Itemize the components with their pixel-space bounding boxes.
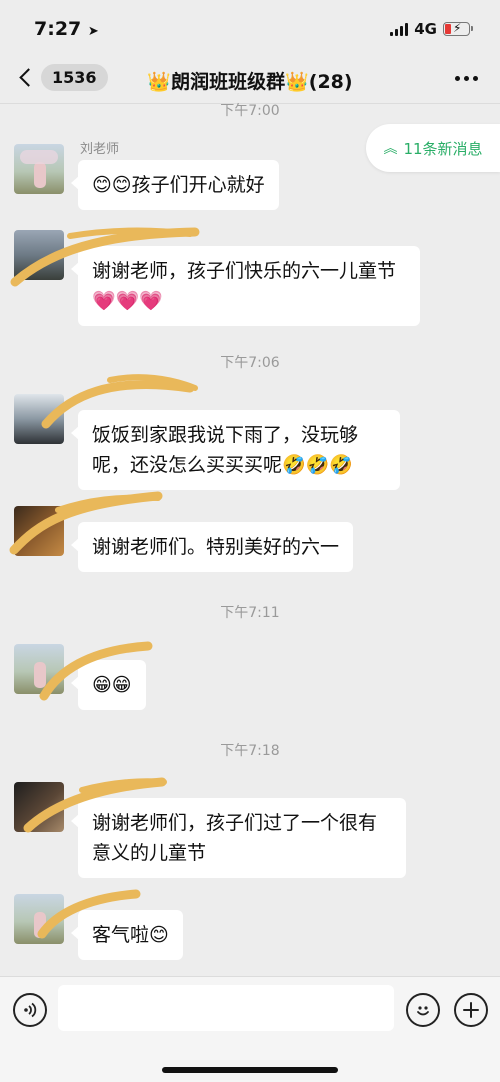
voice-icon [24, 1002, 37, 1018]
more-options-button[interactable] [455, 76, 478, 81]
crown-icon: 👑 [285, 71, 309, 93]
message-bubble[interactable]: 饭饭到家跟我说下雨了，没玩够呢，还没怎么买买买呢🤣🤣🤣 [71, 410, 400, 490]
sender-name: 刘老师 [80, 142, 120, 157]
timestamp: 下午7:18 [220, 743, 280, 759]
message-text: 客气啦 [92, 924, 150, 946]
signal-icon [390, 22, 409, 36]
new-messages-label: 11条新消息 [403, 139, 483, 158]
crown-icon: 👑 [147, 71, 172, 93]
avatar[interactable] [14, 506, 64, 556]
chat-title: 👑朗润班班级群👑(28) [0, 67, 500, 94]
emoji: 💗💗💗 [92, 290, 163, 312]
clock-text: 7:27 [34, 18, 82, 40]
new-messages-button[interactable]: ︽ 11条新消息 [366, 124, 500, 172]
message-text: 谢谢老师们，孩子们过了一个很有意义的儿童节 [92, 812, 378, 864]
plus-button[interactable] [454, 993, 488, 1027]
status-bar: 7:27 ➤ 4G ⚡ [0, 0, 500, 54]
voice-button[interactable] [13, 993, 47, 1027]
avatar[interactable] [14, 394, 64, 444]
avatar[interactable] [14, 782, 64, 832]
message-bubble[interactable]: 客气啦😊 [71, 910, 183, 960]
plus-icon [463, 1002, 479, 1018]
message-bubble[interactable]: 谢谢老师，孩子们快乐的六一儿童节 💗💗💗 [71, 246, 420, 326]
message-text: 孩子们开心就好 [131, 174, 265, 196]
timestamp: 下午7:00 [220, 103, 280, 119]
message-input[interactable] [58, 985, 394, 1031]
message-bubble[interactable]: 谢谢老师们。特别美好的六一 [70, 522, 354, 572]
status-time: 7:27 ➤ [34, 18, 99, 40]
emoji: 😊 [149, 924, 169, 946]
chat-header: 1536 👑朗润班班级群👑(28) [0, 54, 500, 104]
message-bubble[interactable]: 😁😁 [71, 660, 146, 710]
message-text: 谢谢老师们。特别美好的六一 [92, 536, 340, 558]
message-bubble[interactable]: 谢谢老师们，孩子们过了一个很有意义的儿童节 [71, 798, 406, 878]
status-indicators: 4G ⚡ [390, 20, 473, 38]
home-indicator [162, 1067, 338, 1073]
message-bubble[interactable]: 😊😊孩子们开心就好 [71, 160, 279, 210]
emoji: 😁😁 [92, 674, 132, 696]
emoji-icon [417, 1006, 429, 1016]
member-count: (28) [308, 71, 353, 93]
battery-icon: ⚡ [443, 21, 473, 36]
avatar[interactable] [14, 230, 64, 280]
timestamp: 下午7:06 [220, 355, 280, 371]
avatar[interactable] [14, 894, 64, 944]
avatar[interactable] [14, 644, 64, 694]
location-arrow-icon: ➤ [87, 24, 99, 39]
double-chevron-up-icon: ︽ [383, 141, 398, 157]
emoji-button[interactable] [406, 993, 440, 1027]
timestamp: 下午7:11 [220, 605, 280, 621]
group-name: 朗润班班级群 [171, 71, 286, 93]
avatar[interactable] [14, 144, 64, 194]
message-text: 谢谢老师，孩子们快乐的六一儿童节 [92, 260, 397, 282]
input-bar [0, 976, 500, 1082]
emoji: 🤣🤣🤣 [282, 454, 353, 476]
emoji: 😊😊 [92, 174, 132, 196]
network-label: 4G [414, 20, 437, 38]
